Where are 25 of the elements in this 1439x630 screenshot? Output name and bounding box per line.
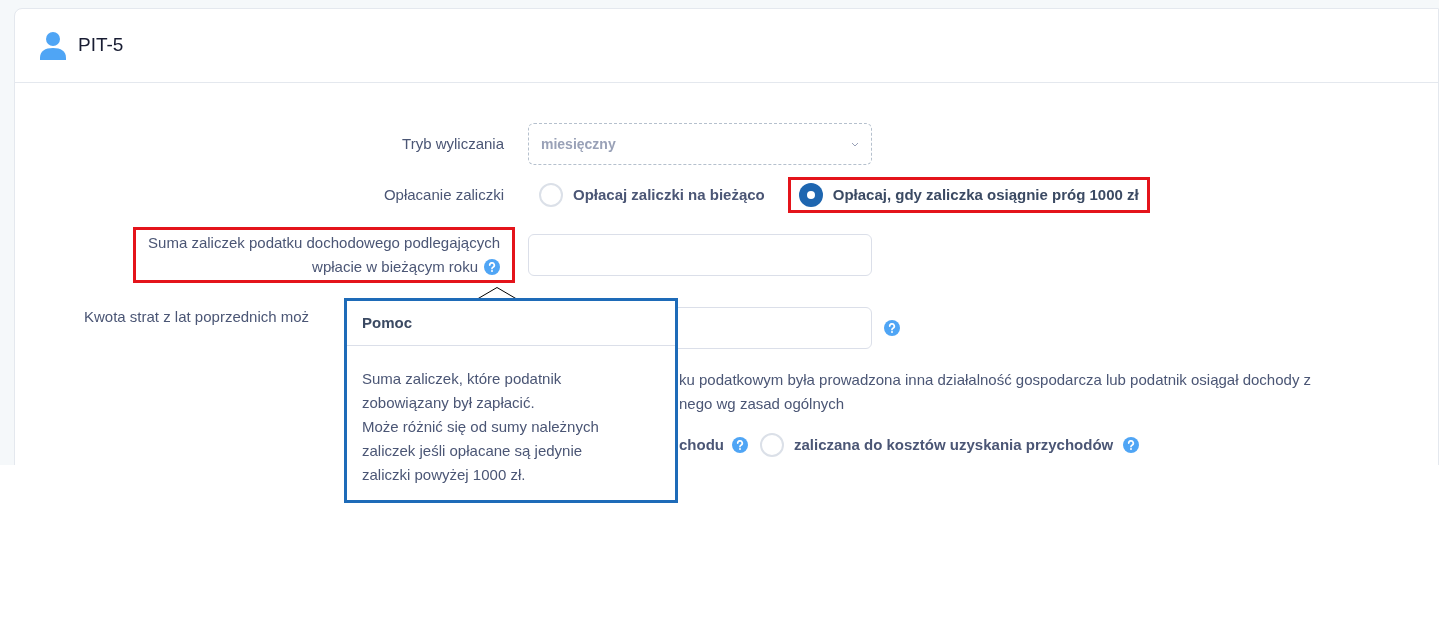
help-icon[interactable] <box>732 437 748 453</box>
popover-title: Pomoc <box>362 312 412 333</box>
option-label: chodu <box>679 434 724 455</box>
help-icon[interactable] <box>884 320 900 336</box>
option-label[interactable]: Opłacaj, gdy zaliczka osiągnie próg 1000 zł <box>832 183 1139 207</box>
option-label[interactable]: Opłacaj zaliczki na bieżąco <box>573 183 765 207</box>
user-icon <box>40 31 66 60</box>
field-label: Kwota strat z lat poprzednich moż <box>84 307 310 327</box>
field-label: Tryb wyliczania <box>402 133 504 154</box>
note-text: nego wg zasad ogólnych <box>679 394 846 414</box>
radio-button[interactable] <box>760 433 784 457</box>
popover-text: Może różnić się od sumy należnych zaliczek jeśli opłacane są jedynie zaliczki powyżej 1000 zł. <box>362 417 600 485</box>
popover-text: Suma zaliczek, które podatnik zobowiązany był zapłacić. <box>362 369 563 413</box>
option-label[interactable]: zaliczana do kosztów uzyskania przychodów <box>794 433 1114 457</box>
field-label: Opłacanie zaliczki <box>383 184 504 205</box>
radio-button[interactable] <box>798 183 823 207</box>
help-icon[interactable] <box>1123 437 1140 453</box>
radio-button[interactable] <box>539 183 563 207</box>
field-label: wpłacie w bieżącym roku <box>312 257 478 277</box>
note-text: ku podatkowym była prowadzona inna działalność gospodarcza lub podatnik osiągał dochody z <box>679 370 1313 390</box>
field-label: Suma zaliczek podatku dochodowego podlegających <box>148 233 500 253</box>
card-title: PIT-5 <box>78 33 124 58</box>
help-icon[interactable] <box>484 259 500 275</box>
amount-field[interactable] <box>528 234 872 276</box>
chevron-down-icon <box>851 141 859 147</box>
